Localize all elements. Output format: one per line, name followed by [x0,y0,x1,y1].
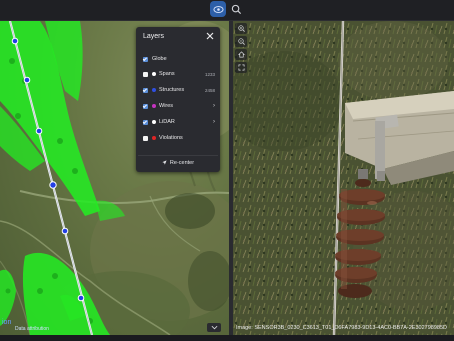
layers-panel: Layers Globe Spans 1233 Structures 2458 … [136,27,220,172]
layer-label: Structures [159,87,185,93]
layer-row-structures[interactable]: Structures 2458 [143,85,215,95]
fullscreen-button[interactable] [235,62,247,73]
chevron-down-icon [211,325,217,330]
home-icon [237,51,245,58]
home-button[interactable] [235,49,247,60]
recenter-label: Re-center [169,159,195,166]
globe-checkbox[interactable] [143,56,148,62]
layer-count: 2458 [204,87,215,93]
layer-label: Wires [159,103,174,109]
layer-label: Globe [152,56,167,62]
wires-color-dot [152,104,156,108]
top-toolbar [0,0,454,21]
bottom-bar [0,335,454,341]
wires-checkbox[interactable] [143,103,148,109]
collapse-button[interactable] [207,323,221,332]
eye-icon [212,5,224,13]
close-icon[interactable] [206,32,214,40]
layer-count: 1233 [204,71,215,77]
chevron-right-icon[interactable]: › [213,119,215,125]
photo-content [233,21,454,335]
photo-toolbar [235,23,247,73]
spans-color-dot [152,72,156,76]
zoom-out-icon [237,38,245,45]
violations-checkbox[interactable] [143,135,148,141]
chevron-right-icon[interactable]: › [213,103,215,109]
layer-label: LiDAR [159,119,175,125]
layer-row-globe[interactable]: Globe [143,54,215,64]
zoom-in-button[interactable] [235,23,247,34]
layer-row-spans[interactable]: Spans 1233 [143,69,215,79]
violations-color-dot [152,136,156,140]
layer-label: Violations [159,135,183,141]
recenter-button[interactable]: Re-center [138,155,218,169]
lidar-color-dot [152,120,156,124]
image-caption: Image: SENSOR3B_0230_C3613_T01_D6FA7983-… [236,325,447,331]
zoom-out-button[interactable] [235,36,247,47]
layer-label: Spans [159,71,175,77]
fullscreen-icon [238,64,244,71]
layers-title: Layers [143,33,165,40]
spans-checkbox[interactable] [143,71,148,77]
search-button[interactable] [228,1,244,17]
data-attribution-link[interactable]: Data attribution [15,326,49,332]
layer-row-wires[interactable]: Wires › [143,101,215,111]
view-toggle-button[interactable] [210,1,226,17]
lidar-checkbox[interactable] [143,119,148,125]
layer-row-lidar[interactable]: LiDAR › [143,117,215,127]
search-icon [231,4,241,14]
structures-checkbox[interactable] [143,87,148,93]
layer-row-violations[interactable]: Violations [143,133,215,143]
zoom-in-icon [237,25,245,32]
navigation-arrow-icon [162,160,167,165]
ion-logo: ion [2,319,12,326]
structures-color-dot [152,88,156,92]
inspection-photo[interactable]: Image: SENSOR3B_0230_C3613_T01_D6FA7983-… [233,21,454,335]
